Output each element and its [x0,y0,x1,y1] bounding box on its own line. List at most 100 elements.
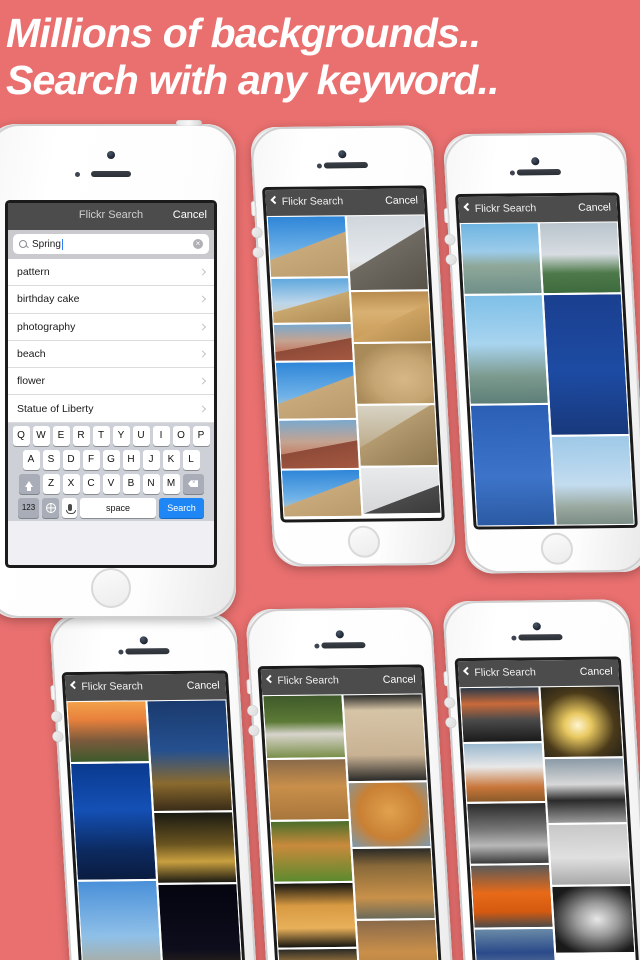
mute-switch[interactable] [443,208,450,224]
back-chevron-icon[interactable] [266,674,275,684]
photo-tile[interactable] [543,757,628,824]
search-input[interactable]: Spring × [13,234,209,254]
key-g[interactable]: G [102,449,120,470]
photo-tile[interactable] [356,404,439,467]
cancel-button[interactable]: Cancel [173,209,207,221]
volume-down-button[interactable] [445,717,457,729]
photo-tile[interactable] [262,694,347,759]
nav-back-label[interactable]: Flickr Search [277,674,339,687]
photo-tile[interactable] [272,323,354,362]
key-k[interactable]: K [162,449,180,470]
shift-key[interactable] [18,473,40,494]
mute-switch[interactable] [443,671,450,687]
photo-tile[interactable] [352,342,436,405]
photo-tile[interactable] [273,881,358,949]
mute-switch[interactable] [246,679,253,695]
key-t[interactable]: T [92,425,110,446]
key-j[interactable]: J [142,449,160,470]
photo-tile[interactable] [349,290,432,344]
search-key[interactable]: Search [159,497,204,518]
photo-tile[interactable] [269,820,354,883]
key-f[interactable]: F [82,449,100,470]
back-chevron-icon[interactable] [270,195,279,205]
photo-tile[interactable] [459,222,543,295]
key-h[interactable]: H [122,449,140,470]
list-item[interactable]: pattern [8,259,214,287]
photo-tile[interactable] [473,927,557,960]
back-chevron-icon[interactable] [463,666,472,676]
key-u[interactable]: U [132,425,150,446]
photo-tile[interactable] [351,847,436,920]
key-p[interactable]: P [192,425,210,446]
photo-tile[interactable] [459,686,543,743]
mute-switch[interactable] [50,685,57,701]
nav-back-label[interactable]: Flickr Search [475,202,537,215]
clear-search-button[interactable]: × [193,239,203,249]
key-i[interactable]: I [152,425,170,446]
photo-tile[interactable] [342,693,428,783]
photo-tile[interactable] [274,360,358,420]
photo-tile[interactable] [280,468,363,518]
key-r[interactable]: R [72,425,90,446]
photo-tile[interactable] [66,700,151,763]
key-s[interactable]: S [42,449,60,470]
key-w[interactable]: W [32,425,50,446]
nav-back-label[interactable]: Flickr Search [282,195,344,208]
back-chevron-icon[interactable] [463,202,472,212]
photo-tile[interactable] [463,294,549,405]
key-a[interactable]: A [22,449,40,470]
photo-tile[interactable] [345,214,430,292]
volume-up-button[interactable] [444,234,456,246]
nav-back-label[interactable]: Flickr Search [81,680,143,693]
volume-down-button[interactable] [248,725,260,737]
volume-down-button[interactable] [445,254,457,266]
list-item[interactable]: Statue of Liberty [8,395,214,423]
on-screen-keyboard[interactable]: Q W E R T Y U I O P A S D F G H J K L Z … [8,422,214,521]
photo-tile[interactable] [355,919,441,960]
key-y[interactable]: Y [112,425,130,446]
photo-tile[interactable] [157,883,245,960]
cancel-button[interactable]: Cancel [187,679,220,691]
key-x[interactable]: X [62,473,80,494]
power-button[interactable] [176,120,202,126]
photo-tile[interactable] [266,215,350,278]
key-d[interactable]: D [62,449,80,470]
key-c[interactable]: C [82,473,100,494]
key-o[interactable]: O [172,425,190,446]
photo-tile[interactable] [542,293,630,436]
photo-tile[interactable] [347,781,432,848]
photo-tile[interactable] [146,699,234,813]
volume-up-button[interactable] [251,227,263,239]
volume-down-button[interactable] [252,247,264,259]
cancel-button[interactable]: Cancel [383,673,416,685]
photo-tile[interactable] [76,879,165,960]
volume-up-button[interactable] [50,711,63,723]
home-button[interactable] [91,568,131,608]
volume-up-button[interactable] [443,697,456,709]
volume-up-button[interactable] [246,705,259,717]
cancel-button[interactable]: Cancel [580,665,613,677]
list-item[interactable]: photography [8,314,214,341]
key-n[interactable]: N [142,473,160,494]
photo-tile[interactable] [270,277,352,324]
list-item[interactable]: beach [8,341,214,369]
space-key[interactable]: space [80,497,156,518]
key-q[interactable]: Q [12,425,30,446]
photo-tile[interactable] [538,221,622,295]
nav-back-label[interactable]: Flickr Search [474,666,536,679]
globe-key[interactable] [42,497,59,518]
photo-tile[interactable] [277,947,361,960]
photo-tile[interactable] [466,802,550,865]
key-v[interactable]: V [102,473,120,494]
key-z[interactable]: Z [42,473,60,494]
back-chevron-icon[interactable] [70,680,79,690]
photo-tile[interactable] [550,435,635,526]
photo-tile[interactable] [277,418,360,470]
cancel-button[interactable]: Cancel [578,201,611,213]
photo-tile[interactable] [469,403,556,527]
photo-tile[interactable] [152,811,238,884]
home-button[interactable] [540,532,574,565]
photo-tile[interactable] [539,685,624,759]
photo-tile[interactable] [359,465,442,515]
volume-down-button[interactable] [52,731,64,743]
